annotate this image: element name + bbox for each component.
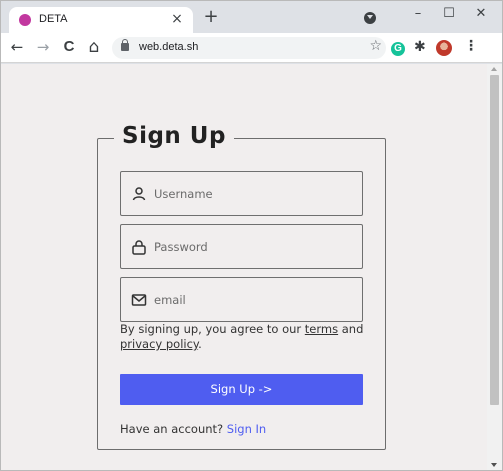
email-field[interactable]	[120, 277, 363, 322]
lock-icon[interactable]	[121, 39, 129, 51]
username-input[interactable]	[154, 184, 354, 204]
notice-and: and	[338, 322, 364, 336]
grammarly-extension-icon[interactable]: G	[391, 42, 405, 56]
new-tab-button[interactable]: +	[199, 7, 223, 29]
address-bar[interactable]: web.deta.sh ☆	[112, 37, 386, 59]
extensions-puzzle-icon[interactable]: ✱	[414, 39, 426, 55]
tab-close-icon[interactable]: ×	[169, 10, 185, 28]
browser-window: DETA × + – ☐ ✕ ← → C ⌂ web.deta.sh ☆ G ✱…	[0, 0, 503, 471]
scroll-thumb[interactable]	[490, 75, 499, 405]
notice-prefix: By signing up, you agree to our	[120, 322, 305, 336]
bookmark-star-icon[interactable]: ☆	[369, 38, 382, 54]
tab-deta[interactable]: DETA ×	[9, 7, 193, 33]
maximize-button[interactable]: ☐	[435, 3, 463, 25]
scroll-down-arrow-icon[interactable]	[491, 463, 497, 467]
minimize-button[interactable]: –	[404, 3, 432, 25]
email-input[interactable]	[154, 290, 354, 310]
deta-favicon-icon	[19, 14, 31, 26]
reload-button[interactable]: C	[59, 37, 79, 57]
password-input[interactable]	[154, 237, 354, 257]
password-field[interactable]	[120, 224, 363, 269]
profile-avatar[interactable]	[436, 40, 452, 56]
tab-strip: DETA × + – ☐ ✕	[1, 1, 502, 33]
tab-search-icon[interactable]	[364, 12, 376, 24]
signin-prompt: Have an account? Sign In	[120, 422, 266, 436]
browser-menu-icon[interactable]: ⋮	[464, 38, 478, 54]
close-window-button[interactable]: ✕	[467, 3, 495, 25]
browser-toolbar: ← → C ⌂ web.deta.sh ☆ G ✱ ⋮	[1, 33, 502, 63]
vertical-scrollbar[interactable]	[487, 64, 502, 470]
signup-button[interactable]: Sign Up ->	[120, 374, 363, 405]
signup-form: Sign Up Username email By signing up, yo…	[97, 123, 386, 450]
lock-icon	[132, 240, 146, 255]
signin-link[interactable]: Sign In	[227, 422, 266, 436]
back-button[interactable]: ←	[7, 37, 27, 57]
home-button[interactable]: ⌂	[84, 37, 104, 57]
url-text[interactable]: web.deta.sh	[139, 41, 198, 53]
form-title: Sign Up	[114, 123, 234, 149]
tab-title: DETA	[39, 13, 68, 25]
page-viewport: Sign Up Username email By signing up, yo…	[1, 64, 487, 470]
privacy-policy-link[interactable]: privacy policy	[120, 337, 198, 351]
forward-button[interactable]: →	[33, 37, 53, 57]
username-field[interactable]	[120, 171, 363, 216]
have-account-text: Have an account?	[120, 422, 227, 436]
mail-icon	[131, 294, 147, 306]
user-icon	[132, 187, 146, 201]
terms-link[interactable]: terms	[305, 322, 338, 336]
notice-suffix: .	[198, 337, 202, 351]
scroll-up-arrow-icon[interactable]	[491, 67, 497, 71]
terms-notice: By signing up, you agree to our terms an…	[120, 322, 370, 352]
